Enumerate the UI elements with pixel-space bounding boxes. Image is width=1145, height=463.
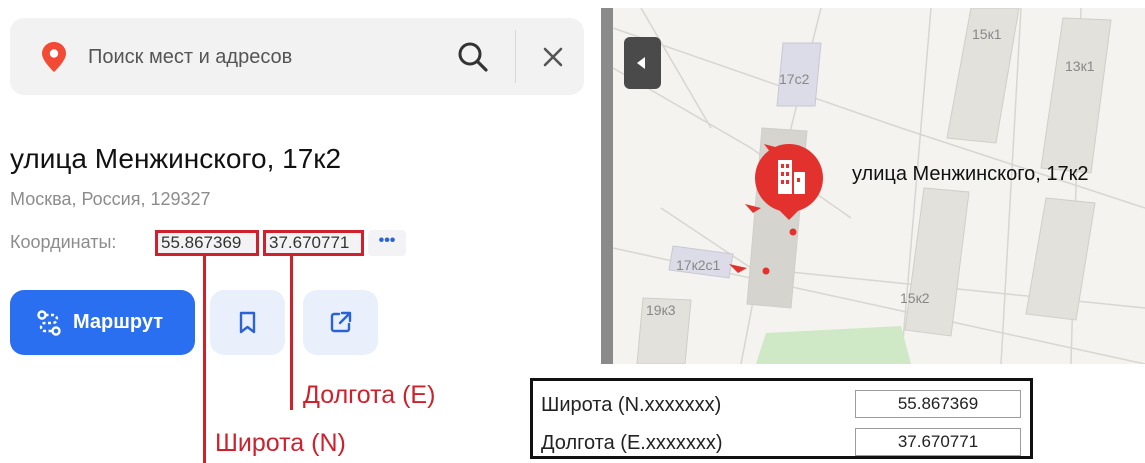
- map-pin-icon: [42, 42, 66, 72]
- longitude-value[interactable]: 37.670771: [263, 230, 364, 256]
- latitude-callout-line: [203, 256, 206, 463]
- map-view[interactable]: 17с2 15к1 13к1 17к2с1 19к3 15к2 улица Ме…: [601, 8, 1145, 364]
- map-canvas: [601, 8, 1145, 364]
- coordinates-label: Координаты:: [10, 232, 117, 252]
- latitude-callout-label: Широта (N): [215, 429, 346, 457]
- longitude-callout-line: [290, 256, 293, 410]
- place-address: Москва, Россия, 129327: [10, 189, 211, 209]
- close-icon[interactable]: [540, 44, 566, 70]
- place-title: улица Менжинского, 17к2: [10, 143, 342, 174]
- bookmark-icon: [239, 311, 256, 334]
- map-place-label: улица Менжинского, 17к2: [852, 163, 1089, 185]
- route-label: Маршрут: [73, 311, 164, 333]
- map-building-label: 13к1: [1065, 58, 1095, 74]
- share-button[interactable]: [303, 290, 378, 355]
- search-bar: [10, 18, 584, 95]
- route-icon: [37, 310, 61, 336]
- route-button[interactable]: Маршрут: [10, 290, 195, 355]
- longitude-callout-label: Долгота (E): [303, 381, 436, 409]
- latitude-field-label: Широта (N.xxxxxxx): [541, 394, 722, 416]
- coordinates-form: Широта (N.xxxxxxx) Долгота (E.xxxxxxx): [530, 378, 1033, 459]
- bookmark-button[interactable]: [210, 290, 285, 355]
- map-building-label: 17с2: [779, 71, 810, 87]
- map-building-label: 17к2с1: [676, 257, 721, 273]
- map-building-label: 15к2: [900, 290, 930, 306]
- map-building-label: 15к1: [972, 26, 1002, 42]
- map-collapse-button[interactable]: [624, 37, 661, 89]
- more-coordinates-button[interactable]: •••: [368, 230, 406, 256]
- search-icon[interactable]: [456, 40, 490, 74]
- collapse-arrow-icon: [637, 57, 645, 69]
- search-divider: [515, 30, 516, 83]
- latitude-value[interactable]: 55.867369: [155, 230, 259, 256]
- share-icon: [330, 311, 352, 333]
- longitude-field[interactable]: [855, 428, 1021, 456]
- map-building-label: 19к3: [646, 302, 676, 318]
- longitude-field-label: Долгота (E.xxxxxxx): [541, 432, 723, 454]
- latitude-field[interactable]: [855, 390, 1021, 418]
- search-input[interactable]: [88, 44, 418, 70]
